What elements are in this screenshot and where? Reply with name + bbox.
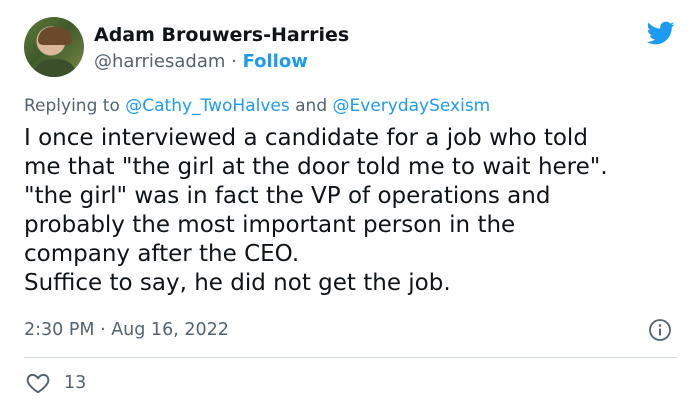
mention-cathy[interactable]: @Cathy_TwoHalves xyxy=(125,96,289,116)
tweet-text-line: I once interviewed a candidate for a job… xyxy=(24,125,588,151)
handle-separator: · xyxy=(225,51,243,72)
tweet-card: Adam Brouwers-Harries @harriesadam · Fol… xyxy=(0,0,700,410)
heart-icon[interactable] xyxy=(24,370,52,396)
avatar[interactable] xyxy=(24,17,84,77)
like-action[interactable]: 13 xyxy=(24,370,86,396)
info-icon[interactable] xyxy=(648,318,672,342)
author-handle[interactable]: @harriesadam xyxy=(94,51,225,72)
author-display-name[interactable]: Adam Brouwers-Harries xyxy=(94,22,349,48)
tweet-text: I once interviewed a candidate for a job… xyxy=(24,124,684,298)
tweet-text-line: "the girl" was in fact the VP of operati… xyxy=(24,183,551,209)
reply-context: Replying to @Cathy_TwoHalves and @Everyd… xyxy=(24,94,490,118)
like-count: 13 xyxy=(64,373,87,393)
avatar-hair xyxy=(38,27,72,45)
author-info: Adam Brouwers-Harries @harriesadam · Fol… xyxy=(94,22,349,75)
divider xyxy=(24,357,677,358)
author-handle-line: @harriesadam · Follow xyxy=(94,49,349,75)
tweet-timestamp[interactable]: 2:30 PM · Aug 16, 2022 xyxy=(24,318,229,342)
tweet-text-line: me that "the girl at the door told me to… xyxy=(24,154,608,180)
reply-prefix: Replying to xyxy=(24,96,126,116)
reply-conjunction: and xyxy=(289,96,333,116)
tweet-text-line: Suffice to say, he did not get the job. xyxy=(24,270,451,296)
avatar-body xyxy=(32,59,78,77)
twitter-bird-icon[interactable] xyxy=(645,19,677,47)
tweet-text-line: probably the most important person in th… xyxy=(24,212,516,238)
tweet-text-line: company after the CEO. xyxy=(24,241,300,267)
mention-everydaysexism[interactable]: @EverydaySexism xyxy=(333,96,491,116)
follow-button[interactable]: Follow xyxy=(243,51,308,72)
